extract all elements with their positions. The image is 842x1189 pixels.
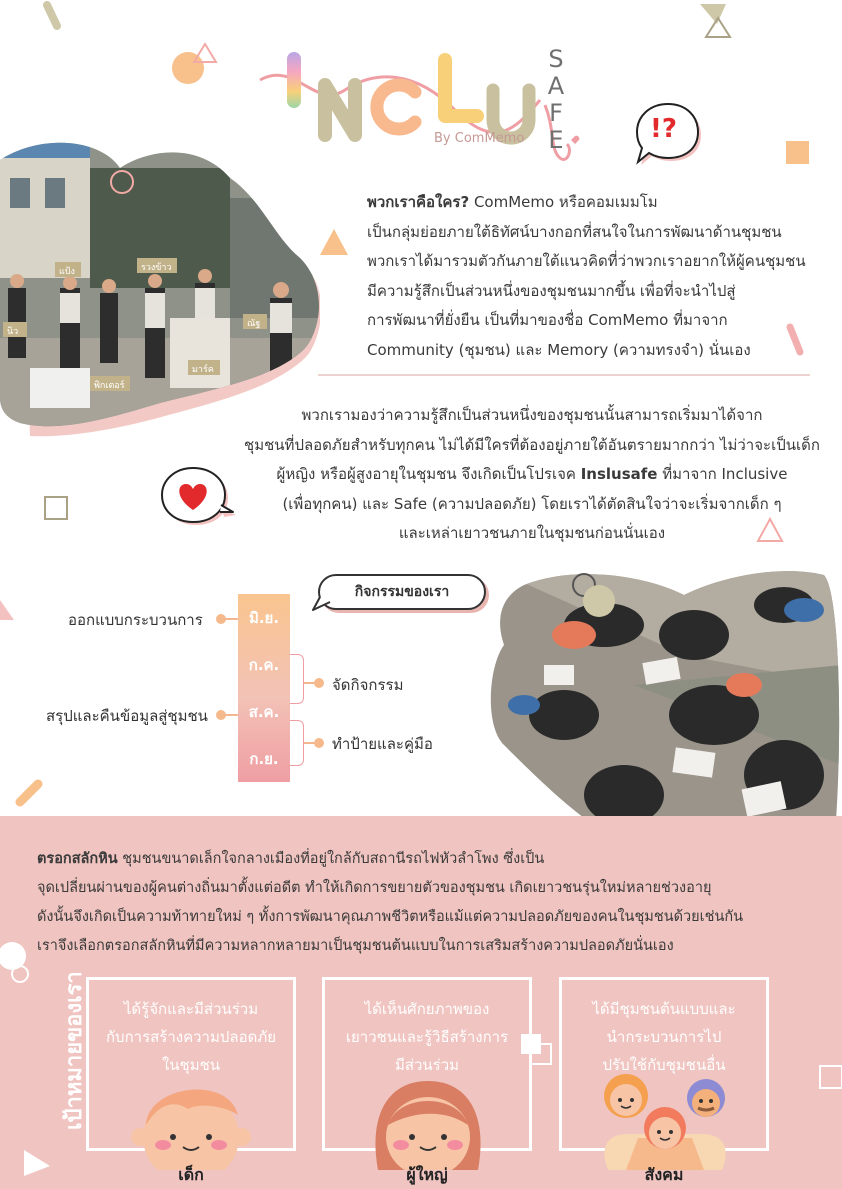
month-aug: ส.ค. [248, 702, 280, 721]
goal-line: ได้มีชุมชนต้นแบบและ [592, 1000, 736, 1018]
logo-letter: F [549, 99, 563, 127]
month-sep: ก.ย. [249, 749, 279, 768]
goal-label-adults: ผู้ใหญ่ [406, 1165, 448, 1184]
child-avatar-icon [131, 1089, 251, 1170]
goal-text: ได้เห็นศักยภาพของ เยาวชนและรู้วิธีสร้างก… [331, 995, 523, 1079]
intro-line: การพัฒนาที่ยั่งยืน เป็นที่มาของชื่อ ComM… [367, 311, 728, 329]
byline: By ComMemo [434, 131, 525, 146]
timeline-connector [224, 714, 238, 716]
timeline-dot [314, 738, 324, 748]
logo-letter: A [547, 72, 565, 100]
community-text: ตรอกสลักหิน ชุมชนขนาดเล็กใจกลางเมืองที่อ… [37, 845, 837, 961]
team-photo [0, 142, 320, 437]
ring-decor [110, 170, 134, 194]
logo-letter: E [548, 126, 564, 154]
mission-text: พวกเรามองว่าความรู้สึกเป็นส่วนหนึ่งของชุ… [232, 401, 832, 549]
intro-line: มีความรู้สึกเป็นส่วนหนึ่งของชุมชนมากขึ้น… [367, 281, 736, 300]
goal-line: ได้รู้จักและมีส่วนร่วม [123, 1000, 259, 1018]
timeline-bracket [290, 654, 304, 704]
section-divider [318, 374, 810, 376]
goal-label-children: เด็ก [178, 1165, 204, 1184]
name-tag: พิกเตอร์ [94, 381, 125, 391]
timeline-item-design: ออกแบบกระบวนการ [68, 611, 203, 629]
community-line: เราจึงเลือกตรอกสลักหินที่มีความหลากหลายม… [37, 938, 674, 954]
goal-line: กับการสร้างความปลอดภัย [105, 1028, 277, 1046]
goal-text: ได้รู้จักและมีส่วนร่วม กับการสร้างความปล… [95, 995, 287, 1079]
adult-avatar-icon [375, 1081, 481, 1170]
mission-line: ผู้หญิง หรือผู้สูงอายุในชุมชน จึงเกิดเป็… [276, 465, 581, 483]
mission-line: ที่มาจาก Inclusive [657, 465, 788, 483]
goal-line: ได้เห็นศักยภาพของ [364, 1000, 490, 1018]
community-lead: ตรอกสลักหิน [37, 851, 118, 867]
goal-text: ได้มีชุมชนต้นแบบและ นำกระบวนการไป ปรับใช… [568, 995, 760, 1079]
goal-line: เยาวชนและรู้วิธีสร้างการ [345, 1028, 509, 1046]
mission-line: และเหล่าเยาวชนภายในชุมชนก่อนนั่นเอง [398, 524, 666, 542]
activities-title: กิจกรรมของเรา [318, 574, 486, 610]
intro-text: พวกเราคือใคร? ComMemo หรือคอมเมมโม เป็นก… [367, 188, 817, 365]
intro-lead: พวกเราคือใคร? [367, 193, 470, 211]
goal-line: นำกระบวนการไป [606, 1028, 722, 1046]
mission-line: ชุมชนที่ปลอดภัยสำหรับทุกคน ไม่ได้มีใครที… [244, 435, 820, 454]
bubble-tail [312, 596, 331, 611]
community-group-icon [604, 1074, 726, 1170]
exclaim-text: !? [650, 114, 677, 144]
logo-safe-letters: S A F E [546, 46, 566, 154]
name-tag: ณัฐ [247, 319, 261, 329]
name-tag: นิว [7, 327, 19, 337]
month-jul: ก.ค. [248, 655, 280, 674]
community-line: ชุมชนขนาดเล็กใจกลางเมืองที่อยู่ใกล้กับสถ… [117, 851, 545, 867]
intro-line: พวกเราได้มารวมตัวกันภายใต้แนวคิดที่ว่าพว… [367, 252, 806, 270]
goal-label-society: สังคม [644, 1165, 684, 1184]
month-jun: มิ.ย. [248, 608, 280, 627]
mission-line: พวกเรามองว่าความรู้สึกเป็นส่วนหนึ่งของชุ… [301, 406, 763, 424]
timeline-dot [314, 678, 324, 688]
heart-icon [160, 466, 236, 525]
timeline-connector [224, 618, 238, 620]
intro-line: Community (ชุมชน) และ Memory (ความทรงจำ)… [367, 340, 751, 359]
goals-title: เป้าหมายของเรา [62, 971, 87, 1130]
timeline-item-activity: จัดกิจกรรม [332, 676, 404, 694]
mission-line: (เพื่อทุกคน) และ Safe (ความปลอดภัย) โดยเ… [282, 494, 782, 513]
logo-letter: S [548, 45, 564, 73]
name-tag: แป้ง [59, 267, 75, 277]
timeline-item-summary: สรุปและคืนข้อมูลสู่ชุมชน [46, 707, 208, 725]
intro-line: เป็นกลุ่มย่อยภายใต้ธิทัศน์บางกอกที่สนใจใ… [367, 222, 782, 241]
intro-line: ComMemo หรือคอมเมมโม [469, 193, 658, 211]
timeline-bracket [290, 720, 304, 766]
community-line: จุดเปลี่ยนผ่านของผู้คนต่างถิ่นมาตั้งแต่อ… [37, 880, 712, 896]
name-tag: มาร์ค [192, 365, 214, 375]
community-line: ดังนั้นจึงเกิดเป็นความท้าทายใหม่ ๆ ทั้งก… [37, 909, 744, 925]
name-tag: รวงข้าว [141, 263, 172, 273]
project-name: Inslusafe [580, 465, 658, 483]
timeline-item-signs: ทำป้ายและคู่มือ [332, 735, 433, 753]
